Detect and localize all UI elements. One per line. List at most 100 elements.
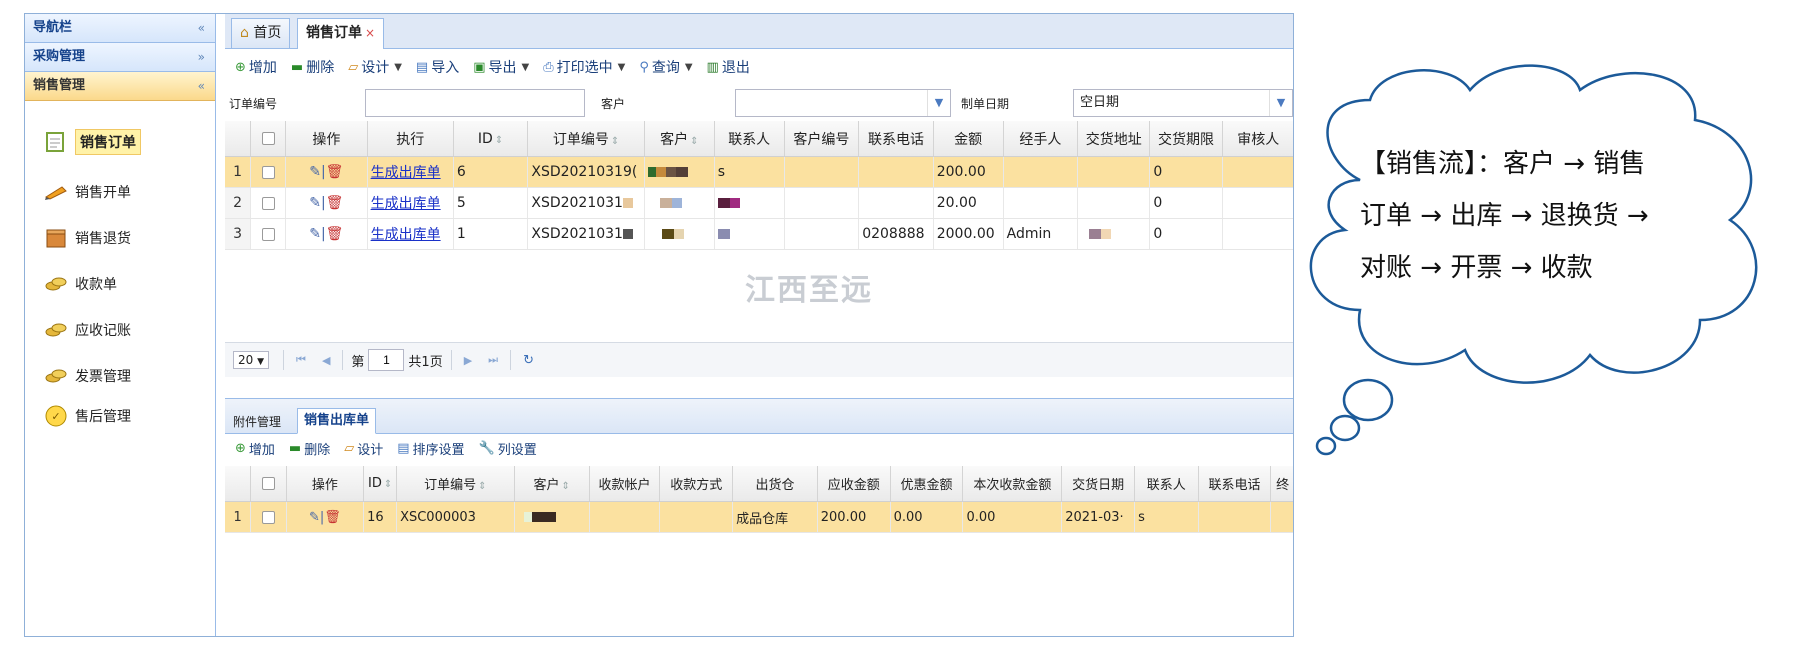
lower-design-button[interactable]: ▱ 设计 [344,439,383,458]
column-header: 操作 [286,466,365,502]
document-icon [43,131,69,153]
prev-page-icon[interactable]: ◀ [322,354,330,367]
cell-address-redacted [1077,218,1151,250]
collapse-sidebar-icon[interactable]: « [198,14,205,42]
cell-received: 0.00 [962,501,1063,533]
main-toolbar: ⊕ 增加 ▬ 删除 ▱ 设计 ▼ ▤ 导入 ▣ 导出 ▼ ⎙ 打印选中 ▼ ⚲ 查询 ▼ ▥ 退出 [225,49,1293,85]
tab-sales-order[interactable]: 销售订单 × [297,18,385,49]
exit-button[interactable]: ▥ 退出 [707,57,750,77]
tab-label: 销售订单 [306,25,362,41]
chevron-down-icon[interactable]: ▼ [927,90,950,116]
page-number-input[interactable] [368,349,405,371]
minus-icon: ▬ [290,59,304,75]
column-header: 联系电话 [1198,466,1272,502]
select-all-checkbox[interactable] [250,466,287,502]
exec-link[interactable]: 生成出库单 [367,218,454,250]
sidebar-item-sales-billing[interactable]: 销售开单 [25,169,215,215]
cell-id: 5 [453,187,529,219]
next-page-icon[interactable]: ▶ [464,354,472,367]
first-page-icon[interactable]: ⏮ [296,353,306,367]
tab-home[interactable]: ⌂ 首页 [231,18,291,48]
trash-icon[interactable]: 🗑 [326,164,344,180]
chevron-down-icon[interactable]: ▼ [1269,90,1292,116]
edit-icon[interactable]: ✎ [309,226,321,242]
cell-auditor [1222,156,1293,188]
cell-handler: Admin [1003,218,1079,250]
add-button[interactable]: ⊕ 增加 [235,57,277,77]
sidebar-item-invoice[interactable]: 发票管理 [25,353,215,399]
table-row[interactable]: 3 ✎|🗑 生成出库单 1 XSD2021031 0208888 2000.00… [225,218,1293,250]
cloud-line-1: 【销售流】：客户 → 销售 [1360,149,1645,179]
cell-contact-redacted [714,218,785,250]
lower-add-button[interactable]: ⊕ 增加 [235,439,275,458]
sidebar-item-receivable[interactable]: 应收记账 [25,307,215,353]
plus-icon: ⊕ [235,59,246,75]
column-header: 金额 [933,121,1004,157]
cell-discount: 0.00 [890,501,964,533]
print-button[interactable]: ⎙ 打印选中 ▼ [543,57,625,77]
trash-icon[interactable]: 🗑 [326,195,344,211]
sidebar-group-sales[interactable]: 销售管理 « [25,72,215,101]
pencil-icon [43,181,69,203]
select-all-checkbox[interactable] [250,121,287,157]
close-icon[interactable]: × [365,26,375,40]
row-checkbox[interactable] [250,218,287,250]
delete-button[interactable]: ▬ 删除 [291,57,334,77]
row-checkbox[interactable] [250,156,287,188]
sidebar-item-sales-order[interactable]: 销售订单 [25,115,215,169]
table-row[interactable]: 2 ✎|🗑 生成出库单 5 XSD2021031 20.00 0 [225,187,1293,219]
divider [342,350,344,370]
column-header-customer[interactable]: 客户 ⇕ [644,121,715,157]
column-header-customer[interactable]: 客户 ⇕ [514,466,590,502]
table-row[interactable]: 1 ✎|🗑 生成出库单 6 XSD20210319( s 200.00 0 [225,156,1293,188]
cell-phone: 0208888 [858,218,934,250]
exec-link[interactable]: 生成出库单 [367,156,454,188]
column-header: 操作 [285,121,368,157]
refresh-icon[interactable]: ↻ [523,353,534,368]
page-size-select[interactable]: 20 ▼ [233,351,270,369]
row-checkbox[interactable] [250,501,287,533]
exec-link[interactable]: 生成出库单 [367,187,454,219]
edit-icon[interactable]: ✎ [309,510,320,525]
cell-order-no: XSC000003 [396,501,515,533]
column-header-order-no[interactable]: 订单编号 ⇕ [396,466,515,502]
last-page-icon[interactable]: ⏭ [488,353,498,367]
query-button[interactable]: ⚲ 查询 ▼ [639,57,692,77]
tab-attachments[interactable]: 附件管理 [227,410,287,434]
rownum-header [225,121,252,157]
tab-bar: ⌂ 首页 销售订单 × [225,14,1293,49]
sidebar-item-label: 应收记账 [75,323,131,339]
column-header-order-no[interactable]: 订单编号 ⇕ [527,121,645,157]
lower-delete-button[interactable]: ▬ 删除 [289,439,330,458]
cell-method [659,501,734,533]
date-select[interactable]: 空日期 ▼ [1073,89,1293,117]
sidebar-item-after-sales[interactable]: ✓ 售后管理 [25,399,215,433]
tab-sales-outbound[interactable]: 销售出库单 [297,408,377,434]
grid-header-row: 操作 ID ⇕ 订单编号 ⇕ 客户 ⇕ 收款帐户 收款方式 出货仓 应收金额 优惠金额… [225,466,1293,502]
sort-settings-button[interactable]: ▤ 排序设置 [397,439,464,458]
sidebar-item-label: 收款单 [75,277,117,293]
column-settings-button[interactable]: 🔧 列设置 [479,439,537,458]
import-button[interactable]: ▤ 导入 [416,57,459,77]
row-checkbox[interactable] [250,187,287,219]
cell-deadline: 0 [1149,218,1223,250]
sidebar-item-receipt[interactable]: 收款单 [25,261,215,307]
export-button[interactable]: ▣ 导出 ▼ [473,57,529,77]
column-header-id[interactable]: ID ⇕ [453,121,529,157]
sidebar-item-sales-return[interactable]: 销售退货 [25,215,215,261]
sidebar-group-purchase[interactable]: 采购管理 » [25,43,215,72]
row-number: 1 [225,156,252,188]
customer-select[interactable]: ▼ [735,89,951,117]
sort-label: 排序设置 [412,442,465,458]
order-no-input[interactable] [365,89,585,117]
edit-icon[interactable]: ✎ [309,164,321,180]
design-button[interactable]: ▱ 设计 ▼ [348,57,402,77]
order-no-label: 订单编号 [229,97,278,111]
trash-icon[interactable]: 🗑 [326,226,344,242]
sidebar-group-label: 采购管理 [33,49,86,64]
column-header-id[interactable]: ID ⇕ [363,466,398,502]
page-prefix: 第 [351,354,365,370]
trash-icon[interactable]: 🗑 [324,510,341,525]
edit-icon[interactable]: ✎ [309,195,321,211]
table-row[interactable]: 1 ✎|🗑 16 XSC000003 成品仓库 200.00 0.00 0.00… [225,501,1293,533]
